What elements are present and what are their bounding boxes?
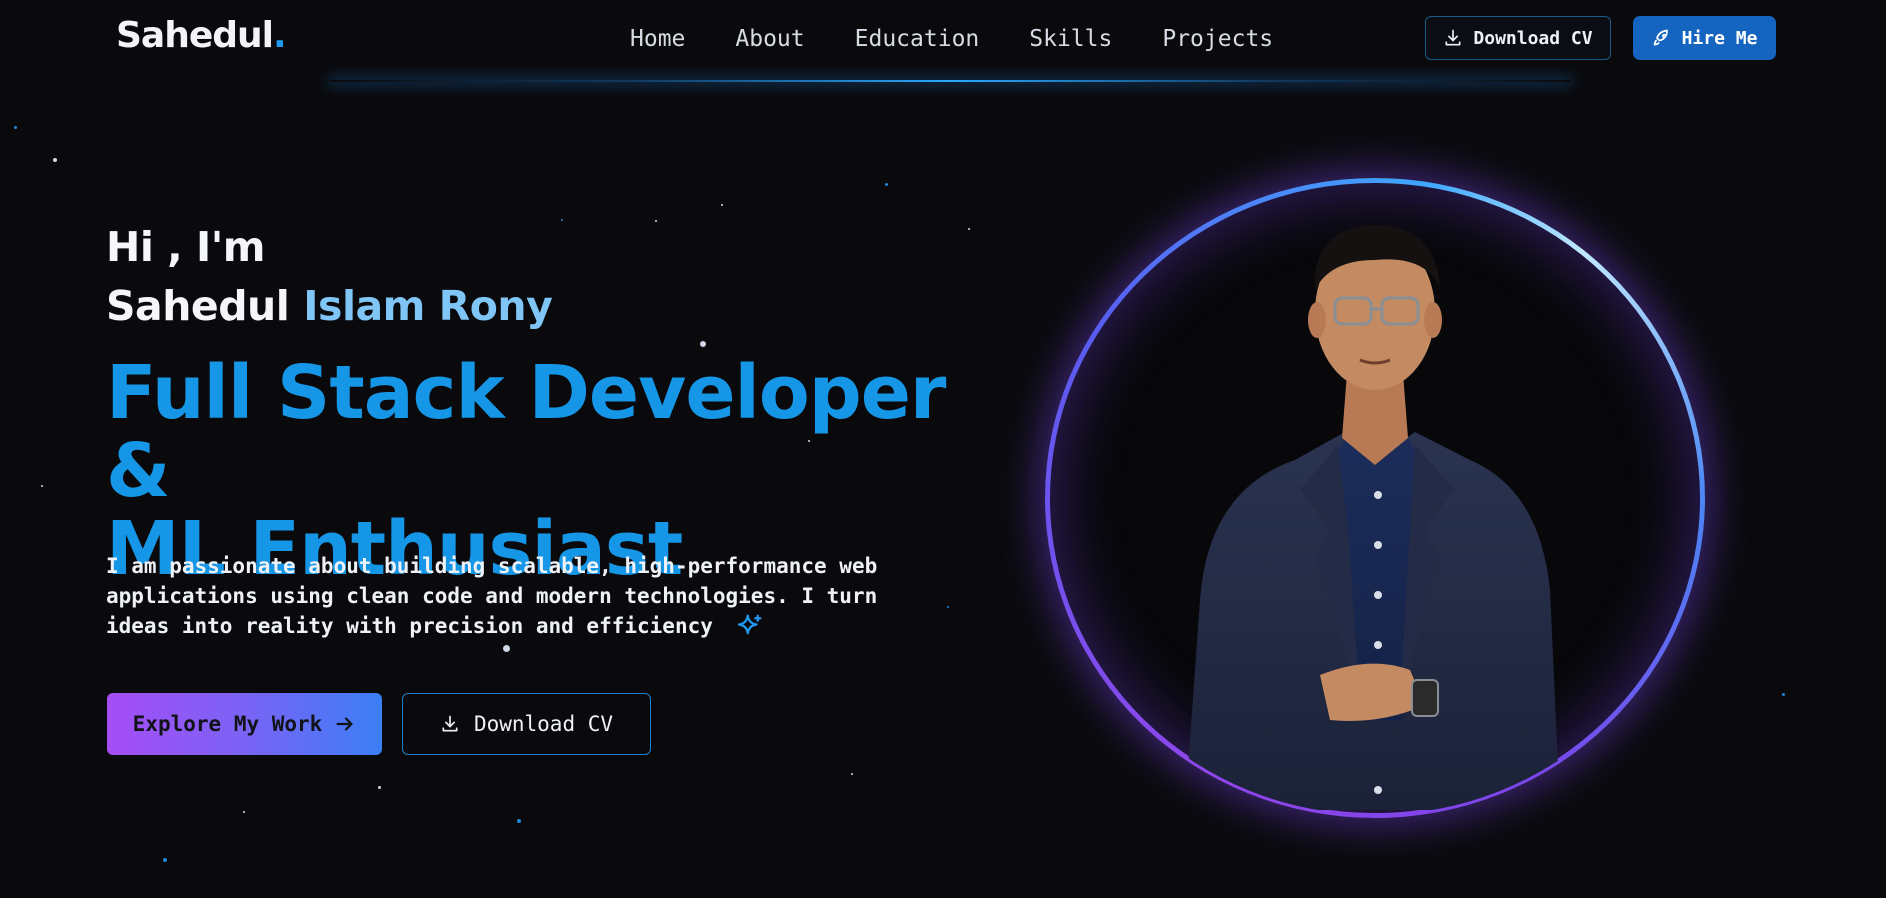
top-navbar: Sahedul. Home About Education Skills Pro… xyxy=(0,0,1886,82)
hero-name-first: Sahedul xyxy=(106,282,290,330)
download-icon xyxy=(442,715,458,732)
explore-button-label: Explore My Work xyxy=(132,712,323,736)
hero-bio: I am passionate about building scalable,… xyxy=(106,551,926,642)
hire-me-button[interactable]: Hire Me xyxy=(1633,16,1776,60)
profile-portrait xyxy=(1030,160,1730,840)
nav-download-cv-button[interactable]: Download CV xyxy=(1425,16,1611,60)
logo-dot: . xyxy=(273,15,287,56)
navbar-glow-divider xyxy=(330,80,1570,82)
hero-name: Sahedul Islam Rony xyxy=(106,280,553,332)
explore-my-work-button[interactable]: Explore My Work xyxy=(107,693,382,755)
logo-text: Sahedul xyxy=(116,15,274,56)
sparkle-icon xyxy=(737,614,761,635)
arrow-right-icon xyxy=(336,717,353,731)
nav-link-education[interactable]: Education xyxy=(830,20,1005,58)
nav-link-projects[interactable]: Projects xyxy=(1137,20,1298,58)
nav-link-home[interactable]: Home xyxy=(616,20,710,58)
hero-role-line-1: Full Stack Developer & xyxy=(106,350,946,514)
hero-download-cv-label: Download CV xyxy=(473,712,614,736)
nav-download-cv-label: Download CV xyxy=(1473,27,1593,49)
hero-name-last: Islam Rony xyxy=(303,282,553,330)
download-icon xyxy=(1445,29,1461,46)
nav-links: Home About Education Skills Projects xyxy=(616,20,1298,58)
rocket-icon xyxy=(1653,29,1668,46)
hire-me-label: Hire Me xyxy=(1681,27,1758,49)
profile-photo xyxy=(1185,224,1560,810)
nav-link-about[interactable]: About xyxy=(710,20,829,58)
hero-download-cv-button[interactable]: Download CV xyxy=(402,693,651,755)
site-logo[interactable]: Sahedul. xyxy=(116,14,287,58)
nav-link-skills[interactable]: Skills xyxy=(1004,20,1137,58)
hero-greeting: Hi , I'm xyxy=(106,223,266,271)
